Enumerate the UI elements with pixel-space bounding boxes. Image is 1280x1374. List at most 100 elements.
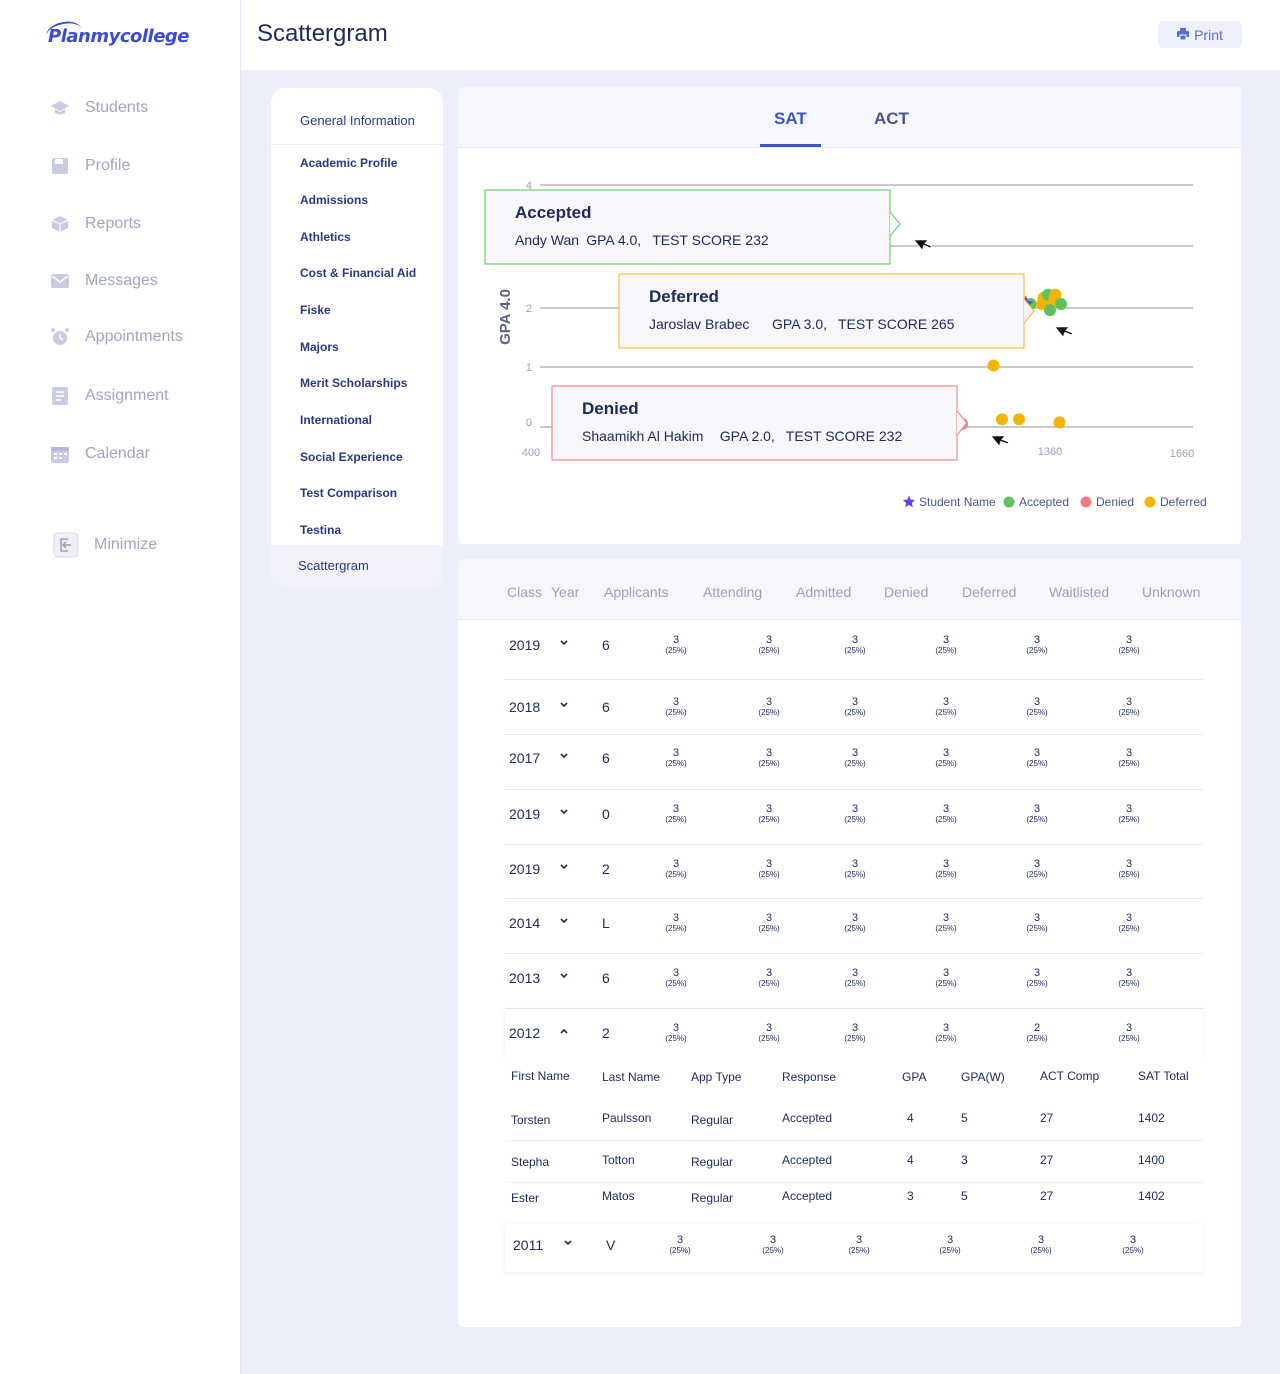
stat-percent: (25%) bbox=[1122, 1246, 1144, 1255]
applicants-count: 6 bbox=[602, 699, 610, 715]
stat-cell: 3 (25%) bbox=[835, 913, 875, 934]
detail-cell: Regular bbox=[691, 1155, 734, 1169]
section-nav-general[interactable]: General Information bbox=[300, 113, 415, 128]
deferred-point[interactable] bbox=[1013, 413, 1025, 426]
stat-value: 3 bbox=[942, 803, 950, 815]
nav-label: Calendar bbox=[85, 445, 150, 462]
stat-percent: (25%) bbox=[844, 870, 866, 879]
stat-value: 3 bbox=[765, 912, 773, 924]
legend-label: Denied bbox=[1096, 495, 1134, 509]
stat-percent: (25%) bbox=[665, 815, 687, 824]
detail-cell: 5 bbox=[961, 1189, 968, 1203]
section-nav-item[interactable]: Social Experience bbox=[300, 450, 403, 464]
chevron-up-icon[interactable] bbox=[559, 1027, 569, 1038]
stat-value: 3 bbox=[1125, 634, 1133, 646]
stat-value: 3 bbox=[765, 803, 773, 815]
box-icon bbox=[50, 214, 70, 234]
chevron-down-icon[interactable] bbox=[563, 1239, 573, 1250]
detail-cell: Ester bbox=[511, 1191, 540, 1205]
stat-cell: 3 (25%) bbox=[1017, 804, 1057, 825]
stat-value: 3 bbox=[942, 967, 950, 979]
legend-student-icon bbox=[902, 495, 916, 508]
stat-cell: 3 (25%) bbox=[749, 748, 789, 769]
stat-percent: (25%) bbox=[844, 708, 866, 717]
graduation-cap-icon bbox=[50, 98, 70, 118]
chevron-down-icon[interactable] bbox=[559, 752, 569, 763]
stat-percent: (25%) bbox=[1118, 708, 1140, 717]
stat-value: 3 bbox=[765, 634, 773, 646]
section-nav-item[interactable]: Admissions bbox=[300, 193, 368, 207]
legend-label: Accepted bbox=[1019, 495, 1069, 509]
legend-label: Deferred bbox=[1160, 495, 1207, 509]
y-tick-label: 1 bbox=[526, 362, 532, 374]
accepted-point[interactable] bbox=[1044, 304, 1056, 317]
detail-cell: 3 bbox=[907, 1189, 914, 1203]
nav-calendar[interactable]: Calendar bbox=[50, 444, 150, 464]
deferred-point[interactable] bbox=[996, 413, 1008, 426]
stat-percent: (25%) bbox=[665, 708, 687, 717]
nav-profile[interactable]: Profile bbox=[50, 156, 130, 176]
stat-value: 3 bbox=[942, 1022, 950, 1034]
stat-percent: (25%) bbox=[758, 1034, 780, 1043]
applicants-count: 6 bbox=[602, 637, 610, 653]
minimize-button[interactable]: Minimize bbox=[53, 532, 157, 558]
stat-percent: (25%) bbox=[1026, 1034, 1048, 1043]
detail-cell: Paulsson bbox=[602, 1111, 652, 1125]
section-nav-item[interactable]: Academic Profile bbox=[300, 156, 397, 170]
stat-cell: 3 (25%) bbox=[926, 748, 966, 769]
tab-sat[interactable]: SAT bbox=[774, 109, 807, 129]
nav-label: Assignment bbox=[85, 387, 169, 404]
stat-percent: (25%) bbox=[935, 815, 957, 824]
deferred-point[interactable] bbox=[1053, 416, 1066, 429]
tab-act[interactable]: ACT bbox=[874, 109, 909, 129]
stat-cell: 3 (25%) bbox=[656, 635, 696, 656]
applicants-count: L bbox=[602, 915, 610, 931]
chevron-down-icon[interactable] bbox=[559, 917, 569, 928]
stat-percent: (25%) bbox=[935, 1034, 957, 1043]
section-nav-item[interactable]: Merit Scholarships bbox=[300, 376, 407, 390]
stat-value: 3 bbox=[672, 1022, 680, 1034]
row-divider bbox=[505, 789, 1203, 790]
chevron-down-icon[interactable] bbox=[559, 972, 569, 983]
print-button[interactable]: Print bbox=[1158, 21, 1242, 48]
section-nav-item[interactable]: Testina bbox=[300, 523, 341, 537]
section-nav-item[interactable]: Athletics bbox=[300, 230, 351, 244]
deferred-point[interactable] bbox=[987, 359, 1000, 372]
section-nav-item[interactable]: Test Comparison bbox=[300, 486, 397, 500]
tooltip-accepted: Accepted Andy Wan GPA 4.0, TEST SCORE 232 bbox=[484, 189, 901, 265]
section-nav-active[interactable]: Scattergram bbox=[271, 545, 443, 588]
stat-cell: 3 (25%) bbox=[1017, 748, 1057, 769]
class-year: 2012 bbox=[509, 1025, 541, 1041]
nav-reports[interactable]: Reports bbox=[50, 214, 141, 234]
detail-column-header: Response bbox=[782, 1070, 837, 1084]
nav-assignment[interactable]: Assignment bbox=[50, 386, 169, 406]
section-nav-item[interactable]: Fiske bbox=[300, 303, 331, 317]
stat-cell: 3 (25%) bbox=[656, 804, 696, 825]
stat-percent: (25%) bbox=[1026, 979, 1048, 988]
chevron-down-icon[interactable] bbox=[559, 639, 569, 650]
stat-percent: (25%) bbox=[1118, 924, 1140, 933]
section-nav-item[interactable]: International bbox=[300, 413, 372, 427]
stat-value: 3 bbox=[851, 634, 859, 646]
stat-cell: 3 (25%) bbox=[835, 804, 875, 825]
section-nav-item[interactable]: Cost & Financial Aid bbox=[300, 266, 416, 280]
stat-percent: (25%) bbox=[935, 924, 957, 933]
accepted-point[interactable] bbox=[1055, 298, 1067, 310]
chevron-down-icon[interactable] bbox=[559, 701, 569, 712]
stat-cell: 3 (25%) bbox=[926, 859, 966, 880]
stat-value: 3 bbox=[1033, 912, 1041, 924]
brand-logo[interactable]: Planmycollege bbox=[48, 26, 190, 47]
nav-appointments[interactable]: Appointments bbox=[50, 327, 183, 347]
section-nav-item[interactable]: Majors bbox=[300, 340, 339, 354]
nav-students[interactable]: Students bbox=[50, 98, 148, 118]
chevron-down-icon[interactable] bbox=[559, 863, 569, 874]
stat-percent: (25%) bbox=[935, 759, 957, 768]
legend-accepted-icon bbox=[1003, 496, 1015, 508]
stat-cell: 3 (25%) bbox=[1109, 913, 1149, 934]
stat-percent: (25%) bbox=[935, 979, 957, 988]
chevron-down-icon[interactable] bbox=[559, 808, 569, 819]
stat-percent: (25%) bbox=[1118, 1034, 1140, 1043]
stat-cell: 3 (25%) bbox=[656, 748, 696, 769]
nav-messages[interactable]: Messages bbox=[50, 271, 158, 291]
scattergram-card: SAT ACT 4210 400 1360 1660 GPA 4.0 Accepte… bbox=[458, 87, 1241, 544]
